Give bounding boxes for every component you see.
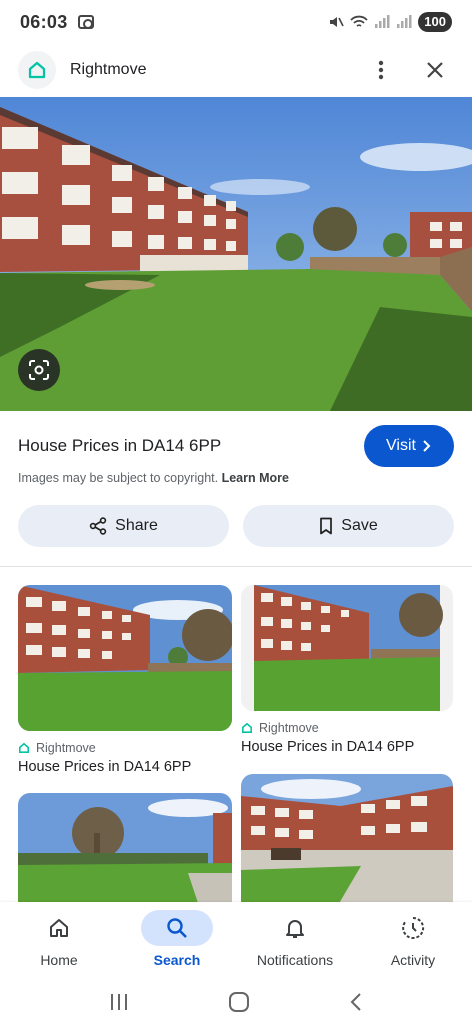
copyright-text: Images may be subject to copyright. [18, 471, 219, 485]
related-source: Rightmove [241, 721, 453, 735]
result-title-row: House Prices in DA14 6PP Visit [18, 424, 454, 468]
learn-more-link[interactable]: Learn More [222, 471, 289, 485]
related-source-name: Rightmove [259, 721, 319, 735]
status-bar: 06:03 100 [0, 0, 472, 44]
nav-home-label: Home [40, 952, 78, 968]
signal-icon [375, 15, 390, 28]
nav-activity[interactable]: Activity [354, 902, 472, 980]
divider [0, 566, 472, 567]
chevron-right-icon [423, 440, 431, 452]
activity-icon [377, 910, 449, 946]
app-header: Rightmove [0, 44, 472, 96]
system-nav-bar [0, 980, 472, 1024]
nav-search-label: Search [153, 952, 201, 968]
share-button[interactable]: Share [18, 505, 229, 547]
share-icon [89, 517, 107, 535]
close-icon[interactable] [422, 57, 448, 83]
share-label: Share [115, 517, 158, 534]
wifi-icon [350, 15, 368, 27]
rightmove-house-icon[interactable] [18, 51, 56, 89]
signal-icon-2 [397, 15, 412, 28]
screen-record-icon [77, 15, 94, 29]
save-label: Save [341, 517, 378, 534]
nav-notifications-label: Notifications [256, 952, 334, 968]
bell-icon [259, 910, 331, 946]
main-image[interactable] [0, 97, 472, 411]
home-icon [23, 910, 95, 946]
bookmark-icon [320, 517, 333, 535]
related-title[interactable]: House Prices in DA14 6PP [18, 759, 232, 775]
related-source: Rightmove [18, 741, 232, 755]
recent-apps-icon[interactable] [109, 993, 129, 1011]
related-title[interactable]: House Prices in DA14 6PP [241, 739, 453, 755]
nav-activity-label: Activity [390, 952, 436, 968]
related-result[interactable]: Rightmove House Prices in DA14 6PP [241, 585, 453, 755]
save-button[interactable]: Save [243, 505, 454, 547]
rightmove-house-icon [19, 742, 29, 753]
search-icon [141, 910, 213, 946]
status-time: 06:03 [20, 11, 68, 32]
status-icons: 100 [328, 12, 452, 32]
nav-search[interactable]: Search [118, 902, 236, 980]
home-button-icon[interactable] [228, 991, 250, 1013]
bottom-nav: Home Search Notifications Activity [0, 902, 472, 980]
lens-icon[interactable] [18, 349, 60, 391]
nav-home[interactable]: Home [0, 902, 118, 980]
visit-button[interactable]: Visit [364, 425, 454, 467]
battery-indicator: 100 [418, 12, 452, 32]
page-title[interactable]: House Prices in DA14 6PP [18, 436, 221, 456]
more-vert-icon[interactable] [368, 57, 394, 83]
related-thumbnail[interactable] [241, 585, 453, 711]
action-row: Share Save [18, 505, 454, 547]
copyright-notice: Images may be subject to copyright. Lear… [18, 471, 289, 485]
related-source-name: Rightmove [36, 741, 96, 755]
site-name[interactable]: Rightmove [70, 61, 146, 79]
nav-notifications[interactable]: Notifications [236, 902, 354, 980]
back-icon[interactable] [349, 992, 363, 1012]
rightmove-house-icon [242, 722, 252, 733]
related-thumbnail[interactable] [18, 585, 232, 731]
mute-icon [330, 17, 345, 27]
visit-label: Visit [386, 437, 416, 454]
related-result[interactable]: Rightmove House Prices in DA14 6PP [18, 585, 232, 775]
